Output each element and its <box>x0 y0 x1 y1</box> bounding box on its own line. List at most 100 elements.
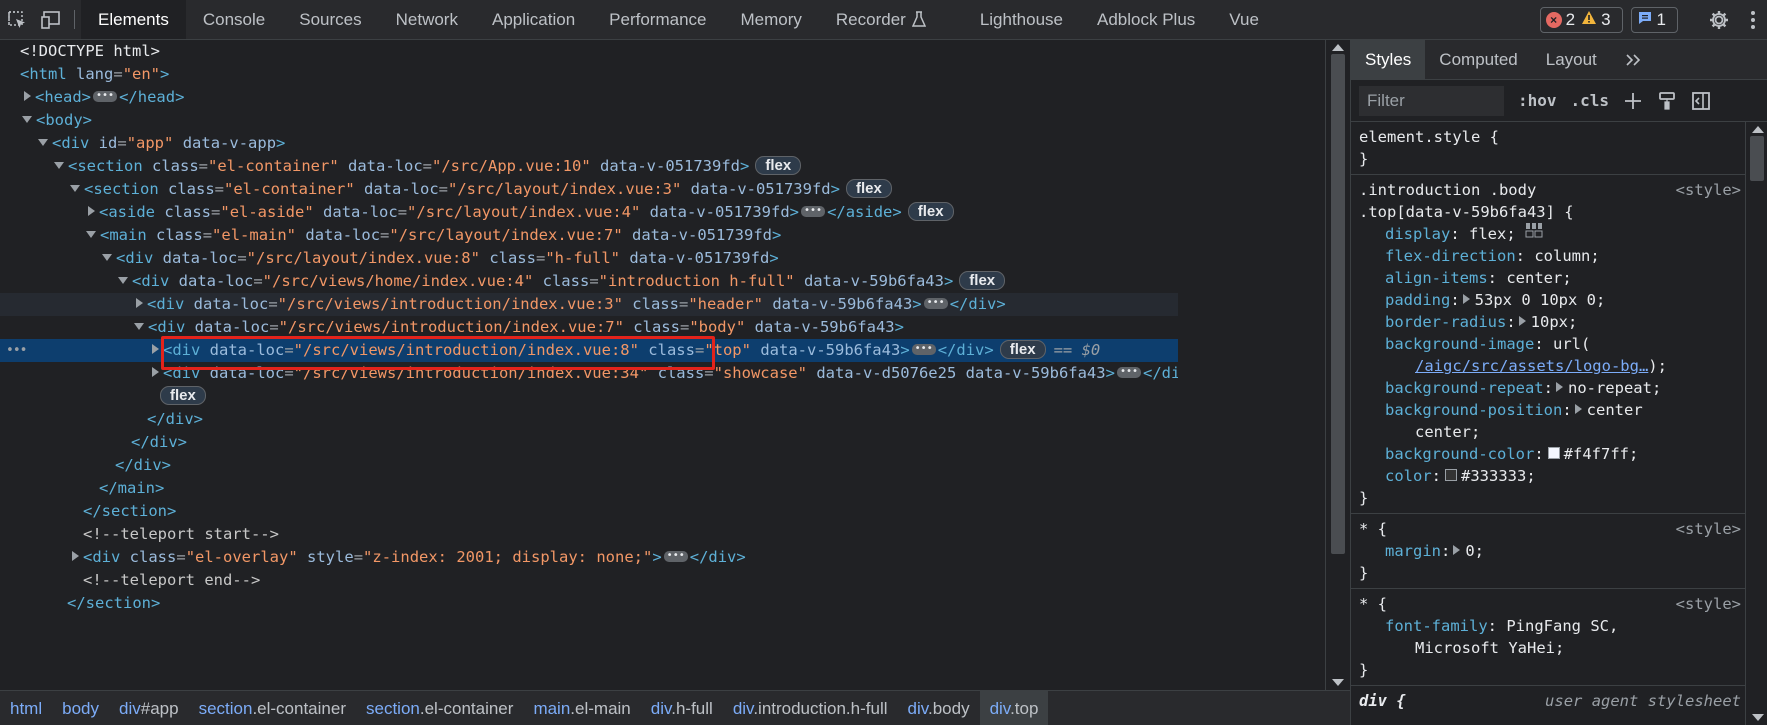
dom-node-hfull[interactable]: <div data-loc="/src/layout/index.vue:8" … <box>0 247 1178 270</box>
collapsed-ellipsis[interactable]: ••• <box>1116 366 1142 378</box>
styles-scrollbar[interactable] <box>1745 122 1767 725</box>
prop-margin[interactable]: margin: 0; <box>1359 540 1745 562</box>
rule-origin-link[interactable]: <style> <box>1676 179 1741 201</box>
dom-node-body[interactable]: <body> <box>0 109 1178 132</box>
tab-memory[interactable]: Memory <box>723 0 818 39</box>
flex-badge[interactable]: flex <box>907 201 954 221</box>
expand-shorthand-arrow-icon[interactable] <box>1518 316 1526 326</box>
class-toggle-button[interactable]: .cls <box>1571 91 1610 110</box>
scroll-up-arrow-icon[interactable] <box>1332 44 1344 51</box>
expand-arrow-icon[interactable] <box>72 551 79 561</box>
scroll-up-arrow-icon[interactable] <box>1752 126 1764 133</box>
dom-node-section-layout[interactable]: <section class="el-container" data-loc="… <box>0 178 1178 201</box>
tab-recorder[interactable]: Recorder <box>819 0 943 39</box>
expand-shorthand-arrow-icon[interactable] <box>1574 404 1582 414</box>
rule-universal-font[interactable]: * {<style> font-family: PingFang SC, Mic… <box>1351 589 1745 686</box>
dom-comment-teleport-start[interactable]: <!--teleport start--> <box>0 523 1178 546</box>
color-swatch[interactable] <box>1547 447 1560 459</box>
dom-node-html[interactable]: <html lang="en"> <box>0 63 1178 86</box>
messages-counter[interactable]: 1 <box>1630 7 1678 33</box>
flex-badge[interactable]: flex <box>845 178 892 198</box>
collapse-arrow-icon[interactable] <box>38 138 48 146</box>
tab-elements[interactable]: Elements <box>81 0 186 39</box>
expand-arrow-icon[interactable] <box>136 298 143 308</box>
scrollbar-thumb[interactable] <box>1331 54 1345 554</box>
prop-align-items[interactable]: align-items: center; <box>1359 267 1745 289</box>
prop-font-family[interactable]: font-family: PingFang SC, <box>1359 615 1745 637</box>
tab-vue[interactable]: Vue <box>1212 0 1276 39</box>
node-actions-ellipsis[interactable]: ••• <box>6 339 28 362</box>
breadcrumb-item[interactable]: section.el-container <box>356 691 523 725</box>
dom-node-doctype[interactable]: <!DOCTYPE html> <box>0 40 1178 63</box>
tab-network[interactable]: Network <box>379 0 475 39</box>
expand-arrow-icon[interactable] <box>88 206 95 216</box>
collapse-arrow-icon[interactable] <box>102 253 112 261</box>
tab-application[interactable]: Application <box>475 0 592 39</box>
prop-background-image-url[interactable]: /aigc/src/assets/logo-bg…); <box>1359 355 1745 377</box>
dom-close-div[interactable]: </div> <box>0 454 1178 477</box>
dom-node-aside[interactable]: <aside class="el-aside" data-loc="/src/l… <box>0 201 1178 224</box>
dom-node-app[interactable]: <div id="app" data-v-app> <box>0 132 1178 155</box>
breadcrumb-item[interactable]: main.el-main <box>523 691 640 725</box>
tab-lighthouse[interactable]: Lighthouse <box>963 0 1080 39</box>
prop-border-radius[interactable]: border-radius: 10px; <box>1359 311 1745 333</box>
rule-introduction-top[interactable]: .introduction .body <style> .top[data-v-5… <box>1351 175 1745 514</box>
breadcrumb-item[interactable]: section.el-container <box>189 691 356 725</box>
flexbox-editor-icon[interactable] <box>1525 222 1543 244</box>
rule-div-ua[interactable]: div {user agent stylesheet <box>1351 686 1745 716</box>
breadcrumb-item[interactable]: div.h-full <box>641 691 723 725</box>
dom-tree-scrollbar[interactable] <box>1325 40 1349 690</box>
hover-state-button[interactable]: :hov <box>1518 91 1557 110</box>
breadcrumb-item[interactable]: html <box>0 691 52 725</box>
collapsed-ellipsis[interactable]: ••• <box>801 205 826 217</box>
expand-arrow-icon[interactable] <box>152 344 159 354</box>
dom-node-section-app[interactable]: <section class="el-container" data-loc="… <box>0 155 1178 178</box>
dom-node-introduction[interactable]: <div data-loc="/src/views/home/index.vue… <box>0 270 1178 293</box>
expand-arrow-icon[interactable] <box>152 367 159 377</box>
dom-node-main[interactable]: <main class="el-main" data-loc="/src/lay… <box>0 224 1178 247</box>
dom-close-div[interactable]: </div> <box>0 431 1178 454</box>
collapse-arrow-icon[interactable] <box>86 230 96 238</box>
expand-arrow-icon[interactable] <box>24 91 31 101</box>
tab-console[interactable]: Console <box>186 0 282 39</box>
device-toolbar-icon[interactable] <box>34 0 68 40</box>
collapse-arrow-icon[interactable] <box>118 276 128 284</box>
rule-origin-link[interactable]: <style> <box>1676 593 1741 615</box>
collapsed-ellipsis[interactable]: ••• <box>911 343 936 355</box>
sidebar-toggle-icon[interactable] <box>1691 91 1711 111</box>
tab-adblock-plus[interactable]: Adblock Plus <box>1080 0 1212 39</box>
rule-element-style[interactable]: element.style { } <box>1351 122 1745 175</box>
dom-node-overlay[interactable]: <div class="el-overlay" style="z-index: … <box>0 546 1178 569</box>
breadcrumb-item[interactable]: div#app <box>109 691 189 725</box>
bg-image-url-link[interactable]: /aigc/src/assets/logo-bg… <box>1415 357 1648 375</box>
rule-universal-margin[interactable]: * {<style> margin: 0; } <box>1351 514 1745 589</box>
expand-shorthand-arrow-icon[interactable] <box>1462 294 1470 304</box>
new-rule-plus-icon[interactable] <box>1623 91 1643 111</box>
prop-flex-direction[interactable]: flex-direction: column; <box>1359 245 1745 267</box>
dom-close-section[interactable]: </section> <box>0 592 1178 615</box>
dom-close-div[interactable]: </div> <box>0 408 1178 431</box>
collapse-arrow-icon[interactable] <box>54 161 64 169</box>
prop-background-color[interactable]: background-color: #f4f7ff; <box>1359 443 1745 465</box>
flex-badge[interactable]: flex <box>959 270 1006 290</box>
collapsed-ellipsis[interactable]: ••• <box>663 550 688 562</box>
dom-comment-teleport-end[interactable]: <!--teleport end--> <box>0 569 1178 592</box>
scroll-down-arrow-icon[interactable] <box>1332 679 1344 686</box>
issues-counter[interactable]: × 2 3 <box>1539 7 1623 33</box>
scrollbar-thumb[interactable] <box>1750 136 1764 181</box>
tab-performance[interactable]: Performance <box>592 0 723 39</box>
paint-brush-icon[interactable] <box>1657 91 1677 111</box>
filter-input[interactable] <box>1359 85 1504 116</box>
tab-sources[interactable]: Sources <box>282 0 378 39</box>
breadcrumb-item[interactable]: div.introduction.h-full <box>723 691 898 725</box>
scroll-down-arrow-icon[interactable] <box>1752 714 1764 721</box>
dom-node-head[interactable]: <head> ••• </head> <box>0 86 1178 109</box>
prop-background-image[interactable]: background-image: url( <box>1359 333 1745 355</box>
flex-badge[interactable]: flex <box>160 385 206 405</box>
more-tabs-chevron-icon[interactable] <box>1611 40 1655 79</box>
collapse-arrow-icon[interactable] <box>70 184 80 192</box>
expand-shorthand-arrow-icon[interactable] <box>1555 382 1563 392</box>
dom-close-main[interactable]: </main> <box>0 477 1178 500</box>
rule-origin-link[interactable]: <style> <box>1676 518 1741 540</box>
breadcrumb-item-active[interactable]: div.top <box>979 690 1049 725</box>
